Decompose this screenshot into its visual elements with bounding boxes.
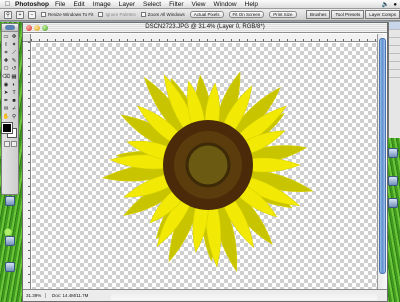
desktop-drive-icon[interactable] xyxy=(5,196,15,206)
zoom-all-windows-label: Zoom All Windows xyxy=(147,12,185,17)
menu-view[interactable]: View xyxy=(192,1,206,8)
menu-edit[interactable]: Edit xyxy=(73,1,84,8)
slice-icon[interactable]: ⟋ xyxy=(10,49,18,57)
horizontal-ruler[interactable] xyxy=(31,34,379,42)
resize-windows-checkbox[interactable] xyxy=(41,12,46,17)
menu-image[interactable]: Image xyxy=(93,1,111,8)
clone-stamp-icon[interactable]: ⎔ xyxy=(2,65,10,73)
menu-app-name[interactable]: Photoshop xyxy=(15,1,49,8)
horizontal-scrollbar[interactable] xyxy=(111,291,377,300)
gradient-icon[interactable]: ▦ xyxy=(10,73,18,81)
zoom-tool-preset-icon[interactable]: ⚲ xyxy=(4,10,12,19)
vertical-ruler[interactable] xyxy=(23,42,31,290)
mask-modes xyxy=(2,141,18,147)
notes-icon[interactable]: ✉ xyxy=(2,105,10,113)
dodge-icon[interactable]: ◐ xyxy=(10,81,18,89)
eraser-icon[interactable]: ⌫ xyxy=(2,73,10,81)
print-size-button[interactable]: Print Size xyxy=(269,11,297,18)
crop-icon[interactable]: ⌗ xyxy=(2,49,10,57)
menu-file[interactable]: File xyxy=(55,1,65,8)
sunflower-center-core xyxy=(185,142,231,188)
ignore-palettes-label: Ignore Palettes xyxy=(105,12,136,17)
zoom-level[interactable]: 31.39% xyxy=(23,293,45,298)
palette-row[interactable] xyxy=(389,54,400,62)
document-info[interactable]: Doc: 14.4M/11.7M xyxy=(45,293,88,298)
zoom-icon[interactable]: ⚲ xyxy=(10,113,18,121)
foreground-color-swatch[interactable] xyxy=(1,122,13,134)
type-icon[interactable]: T xyxy=(10,89,18,97)
palette-panel xyxy=(388,22,400,138)
hand-icon[interactable]: ✋ xyxy=(2,113,10,121)
ignore-palettes-checkbox[interactable] xyxy=(98,12,104,17)
document-title: DSCN2723.JPG @ 31.4% (Layer 0, RGB/8*) xyxy=(145,24,265,30)
palette-row[interactable] xyxy=(389,70,400,78)
blur-icon[interactable]: ◉ xyxy=(2,81,10,89)
vertical-scrollbar[interactable] xyxy=(377,34,387,290)
palette-row[interactable] xyxy=(389,38,400,46)
healing-brush-icon[interactable]: ✚ xyxy=(2,57,10,65)
vertical-scroll-thumb[interactable] xyxy=(379,38,386,274)
palette-well: Brushes Tool Presets Layer Comps xyxy=(305,10,400,20)
desktop-drive-icon[interactable] xyxy=(388,148,398,158)
lasso-icon[interactable]: ℓ xyxy=(2,41,10,49)
palette-row[interactable] xyxy=(389,30,400,38)
image-canvas[interactable] xyxy=(32,43,379,290)
menu-extras: 🔈 ● xyxy=(382,0,397,9)
palette-row[interactable] xyxy=(389,46,400,54)
adobe-feather-icon xyxy=(5,25,15,30)
zoom-out-icon[interactable]: − xyxy=(28,10,36,19)
desktop-drive-icon[interactable] xyxy=(388,176,398,186)
spotlight-icon[interactable]: ● xyxy=(393,2,397,8)
brush-icon[interactable]: ✎ xyxy=(10,57,18,65)
desktop-drive-icon[interactable] xyxy=(5,262,15,272)
palette-row[interactable] xyxy=(389,22,400,30)
color-swatches xyxy=(1,122,18,139)
document-window: DSCN2723.JPG @ 31.4% (Layer 0, RGB/8*) 3… xyxy=(22,22,388,302)
tool-grid: ▭ ✥ ℓ ✦ ⌗ ⟋ ✚ ✎ ⎔ ↺ ⌫ ▦ ◉ ◐ ➤ T ✒ ■ ✉ ⌿ ✋ ⚲ xyxy=(2,32,18,121)
volume-icon[interactable]: 🔈 xyxy=(382,1,389,8)
apple-menu-icon[interactable]:  xyxy=(3,0,12,9)
pen-icon[interactable]: ✒ xyxy=(2,97,10,105)
ruler-origin[interactable] xyxy=(23,34,31,42)
history-brush-icon[interactable]: ↺ xyxy=(10,65,18,73)
document-title-bar[interactable]: DSCN2723.JPG @ 31.4% (Layer 0, RGB/8*) xyxy=(23,23,387,33)
resize-windows-label: Resize Windows To Fit xyxy=(48,12,94,17)
palette-row[interactable] xyxy=(389,62,400,70)
menu-window[interactable]: Window xyxy=(214,1,237,8)
fit-on-screen-button[interactable]: Fit On Screen xyxy=(228,11,265,18)
menu-layer[interactable]: Layer xyxy=(119,1,135,8)
menu-bar:  Photoshop File Edit Image Layer Select… xyxy=(0,0,400,9)
move-icon[interactable]: ✥ xyxy=(10,33,18,41)
zoom-in-icon[interactable]: + xyxy=(16,10,24,19)
menu-filter[interactable]: Filter xyxy=(169,1,183,8)
desktop-drive-icon[interactable] xyxy=(5,236,15,246)
desktop-drive-icon[interactable] xyxy=(388,198,398,208)
standard-mode-icon[interactable] xyxy=(3,141,10,147)
sunflower-image xyxy=(101,71,314,273)
status-bar: 31.39% Doc: 14.4M/11.7M xyxy=(23,289,387,301)
zoom-all-windows-checkbox[interactable] xyxy=(140,12,146,17)
shape-icon[interactable]: ■ xyxy=(10,97,18,105)
menu-help[interactable]: Help xyxy=(245,1,258,8)
quick-mask-mode-icon[interactable] xyxy=(10,141,17,147)
eyedropper-icon[interactable]: ⌿ xyxy=(10,105,18,113)
magic-wand-icon[interactable]: ✦ xyxy=(10,41,18,49)
toolbox-header[interactable] xyxy=(2,24,18,32)
toolbox: ▭ ✥ ℓ ✦ ⌗ ⟋ ✚ ✎ ⎔ ↺ ⌫ ▦ ◉ ◐ ➤ T ✒ ■ ✉ ⌿ ✋ ⚲ xyxy=(1,23,19,195)
palette-tab-brushes[interactable]: Brushes xyxy=(305,10,331,19)
menu-select[interactable]: Select xyxy=(143,1,161,8)
path-select-icon[interactable]: ➤ xyxy=(2,89,10,97)
palette-tab-layer-comps[interactable]: Layer Comps xyxy=(365,10,400,19)
actual-pixels-button[interactable]: Actual Pixels xyxy=(189,11,224,18)
palette-tab-tool-presets[interactable]: Tool Presets xyxy=(331,10,365,19)
marquee-icon[interactable]: ▭ xyxy=(2,33,10,41)
options-bar: ⚲ + − Resize Windows To Fit Ignore Palet… xyxy=(0,9,400,21)
